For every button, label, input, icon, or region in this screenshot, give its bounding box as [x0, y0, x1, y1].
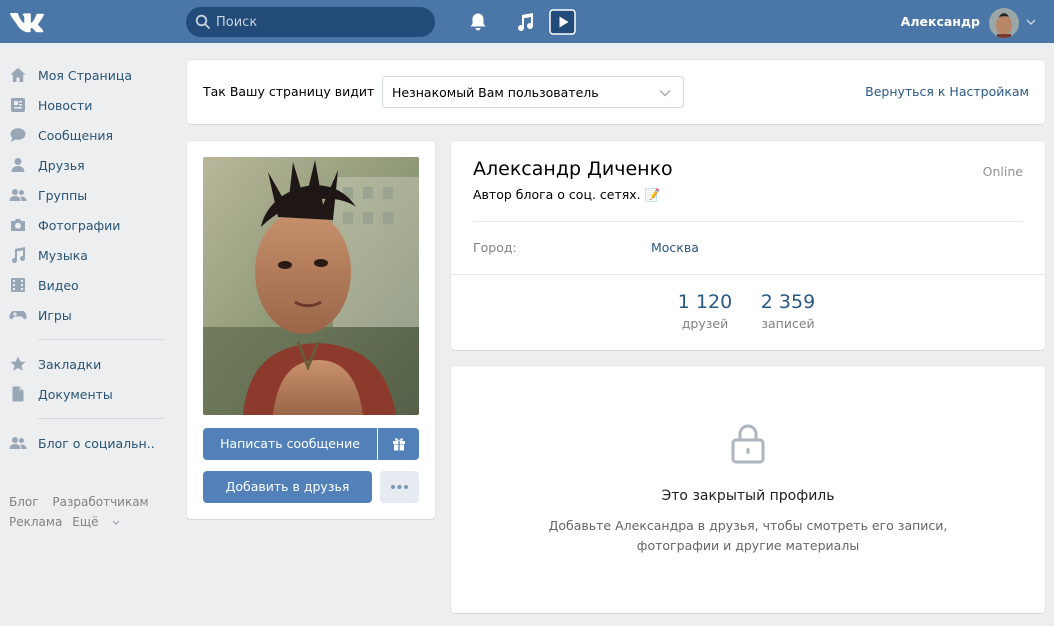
view-as-label: Так Вашу страницу видит [203, 84, 375, 99]
chevron-down-icon [659, 90, 671, 97]
city-label: Город: [473, 240, 517, 255]
add-friend-button[interactable]: Добавить в друзья [203, 471, 372, 503]
footer-link-more[interactable]: Ещё [72, 515, 120, 529]
search-box[interactable] [186, 7, 435, 37]
chevron-down-icon[interactable] [1026, 18, 1036, 26]
nav-item-label: Музыка [38, 247, 88, 263]
footer-link-developers[interactable]: Разработчикам [52, 495, 148, 509]
back-to-settings-link[interactable]: Вернуться к Настройкам [865, 84, 1029, 99]
online-indicator: Online [982, 164, 1023, 179]
gift-icon [392, 438, 405, 451]
closed-profile-description: Добавьте Александра в друзья, чтобы смот… [548, 518, 948, 553]
profile-photo[interactable] [203, 157, 419, 415]
nav-item-label: Группы [38, 187, 88, 203]
friends-count-label: друзей [681, 316, 729, 331]
nav-item-label: Друзья [38, 157, 85, 173]
friends-count: 1 120 [677, 291, 733, 313]
groups-icon [9, 189, 27, 201]
nav-item-label: Закладки [38, 356, 102, 372]
music-icon[interactable] [514, 11, 536, 33]
nav-item-label: Игры [38, 307, 72, 323]
nav-item-documents[interactable]: Документы [0, 379, 175, 409]
nav-item-label: Сообщения [38, 127, 114, 143]
footer-link-blog[interactable]: Блог [9, 495, 39, 509]
divider [473, 221, 1023, 222]
more-dots-icon [391, 485, 408, 489]
nav-item-label: Документы [38, 386, 113, 402]
nav-divider [38, 418, 164, 419]
nav-item-photos[interactable]: Фотографии [0, 210, 175, 240]
viewer-select[interactable]: Незнакомый Вам пользователь [382, 76, 684, 108]
community-icon [9, 437, 27, 449]
music-icon [12, 247, 26, 264]
posts-count: 2 359 [760, 291, 816, 313]
footer-links: Блог Разработчикам Реклама Ещё [9, 492, 179, 532]
video-play-icon[interactable] [549, 9, 576, 35]
profile-info-card: Александр Диченко Автор блога о соц. сет… [451, 141, 1045, 350]
video-icon [11, 278, 25, 292]
view-as-bar: Так Вашу страницу видит Незнакомый Вам п… [187, 60, 1045, 124]
search-input[interactable] [216, 7, 426, 37]
footer-link-ads[interactable]: Реклама [9, 515, 62, 529]
nav-item-games[interactable]: Игры [0, 300, 175, 330]
home-icon [10, 68, 26, 82]
camera-icon [11, 219, 25, 231]
top-bar: Александр [0, 0, 1054, 43]
profile-status: Автор блога о соц. сетях. 📝 [473, 187, 661, 202]
star-icon [10, 356, 26, 371]
posts-count-label: записей [761, 316, 815, 331]
nav-item-friends[interactable]: Друзья [0, 150, 175, 180]
city-value[interactable]: Москва [651, 240, 699, 255]
news-icon [11, 98, 25, 112]
posts-counter[interactable]: 2 359 записей [757, 291, 819, 331]
chevron-down-icon [112, 520, 120, 525]
friends-icon [11, 158, 25, 172]
profile-name: Александр Диченко [473, 158, 673, 180]
divider [451, 274, 1045, 275]
nav-item-music[interactable]: Музыка [0, 240, 175, 270]
lock-icon [731, 424, 765, 464]
document-icon [12, 386, 24, 402]
nav-item-bookmarks[interactable]: Закладки [0, 349, 175, 379]
profile-photo-card: Написать сообщение Добавить в друзья [187, 141, 435, 519]
nav-item-community[interactable]: Блог о социальн.. [0, 428, 175, 458]
write-message-button[interactable]: Написать сообщение [203, 428, 377, 460]
nav-item-label: Моя Страница [38, 67, 132, 83]
nav-item-video[interactable]: Видео [0, 270, 175, 300]
closed-profile-title: Это закрытый профиль [661, 488, 835, 504]
closed-profile-card: Это закрытый профиль Добавьте Александра… [451, 366, 1045, 613]
bell-icon[interactable] [467, 11, 489, 33]
nav-item-messages[interactable]: Сообщения [0, 120, 175, 150]
nav-item-my-page[interactable]: Моя Страница [0, 60, 175, 90]
gamepad-icon [9, 311, 27, 320]
nav-item-label: Блог о социальн.. [38, 435, 155, 451]
messages-icon [10, 128, 26, 142]
left-nav: Моя Страница Новости Сообщения Друзья Гр… [0, 60, 175, 458]
nav-item-label: Фотографии [38, 217, 121, 233]
nav-item-label: Новости [38, 97, 93, 113]
more-actions-button[interactable] [380, 471, 419, 503]
send-gift-button[interactable] [378, 428, 419, 460]
search-icon [195, 14, 210, 29]
nav-item-label: Видео [38, 277, 79, 293]
viewer-select-value: Незнакомый Вам пользователь [392, 85, 599, 100]
header-avatar[interactable] [989, 8, 1019, 38]
friends-counter[interactable]: 1 120 друзей [677, 291, 733, 331]
vk-logo-icon[interactable] [9, 9, 45, 35]
nav-divider [38, 339, 164, 340]
header-user-name[interactable]: Александр [880, 14, 980, 29]
nav-item-news[interactable]: Новости [0, 90, 175, 120]
nav-item-groups[interactable]: Группы [0, 180, 175, 210]
